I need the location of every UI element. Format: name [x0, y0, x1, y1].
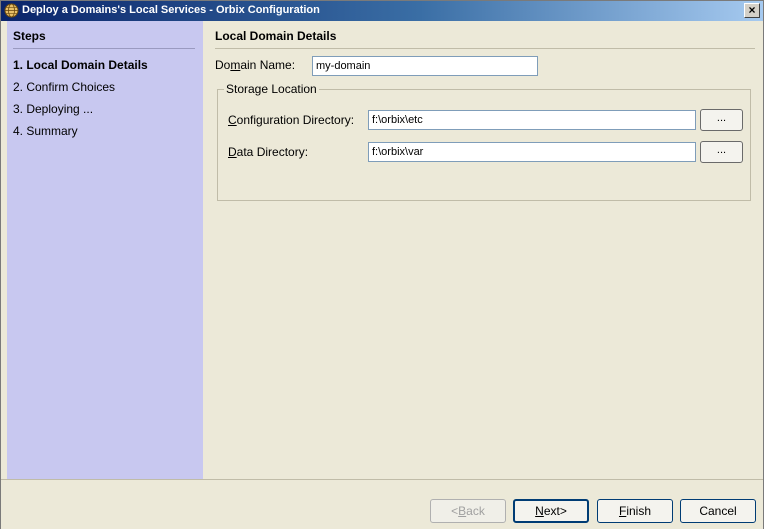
window-title: Deploy a Domains's Local Services - Orbi… [22, 4, 320, 16]
steps-list: 1. Local Domain Details 2. Confirm Choic… [13, 57, 199, 145]
config-dir-row: Configuration Directory: f:\orbix\etc ..… [228, 108, 746, 132]
dialog-window: Deploy a Domains's Local Services - Orbi… [0, 0, 764, 529]
config-dir-browse-button[interactable]: ... [700, 109, 743, 131]
storage-location-legend: Storage Location [224, 82, 319, 96]
data-dir-label: Data Directory: [228, 145, 309, 159]
title-bar[interactable]: Deploy a Domains's Local Services - Orbi… [1, 1, 763, 21]
data-dir-input[interactable]: f:\orbix\var [368, 142, 696, 162]
data-dir-row: Data Directory: f:\orbix\var ... [228, 140, 746, 164]
step-item-local-domain-details: 1. Local Domain Details [13, 58, 148, 72]
storage-location-group: Storage Location Configuration Directory… [217, 82, 751, 201]
step-item-confirm-choices: 2. Confirm Choices [13, 80, 116, 94]
data-dir-browse-button[interactable]: ... [700, 141, 743, 163]
dialog-content: Steps 1. Local Domain Details 2. Confirm… [1, 21, 763, 479]
steps-panel: Steps 1. Local Domain Details 2. Confirm… [7, 21, 203, 479]
back-button[interactable]: <Back [430, 499, 506, 523]
finish-button[interactable]: Finish [597, 499, 673, 523]
cancel-button[interactable]: Cancel [680, 499, 756, 523]
close-button[interactable]: × [744, 3, 760, 18]
main-panel: Local Domain Details Domain Name: my-dom… [215, 21, 755, 479]
step-item-summary: 4. Summary [13, 124, 78, 138]
domain-name-row: Domain Name: my-domain [215, 55, 755, 77]
domain-name-label: Domain Name: [215, 58, 296, 72]
config-dir-label: Configuration Directory: [228, 113, 355, 127]
step-item-deploying: 3. Deploying ... [13, 102, 94, 116]
config-dir-input[interactable]: f:\orbix\etc [368, 110, 696, 130]
domain-name-input[interactable]: my-domain [312, 56, 538, 76]
next-button[interactable]: Next> [513, 499, 589, 523]
steps-header: Steps [13, 29, 195, 49]
globe-icon [4, 3, 19, 18]
button-bar: <Back Next> Finish Cancel [1, 479, 763, 529]
page-title: Local Domain Details [215, 29, 755, 49]
